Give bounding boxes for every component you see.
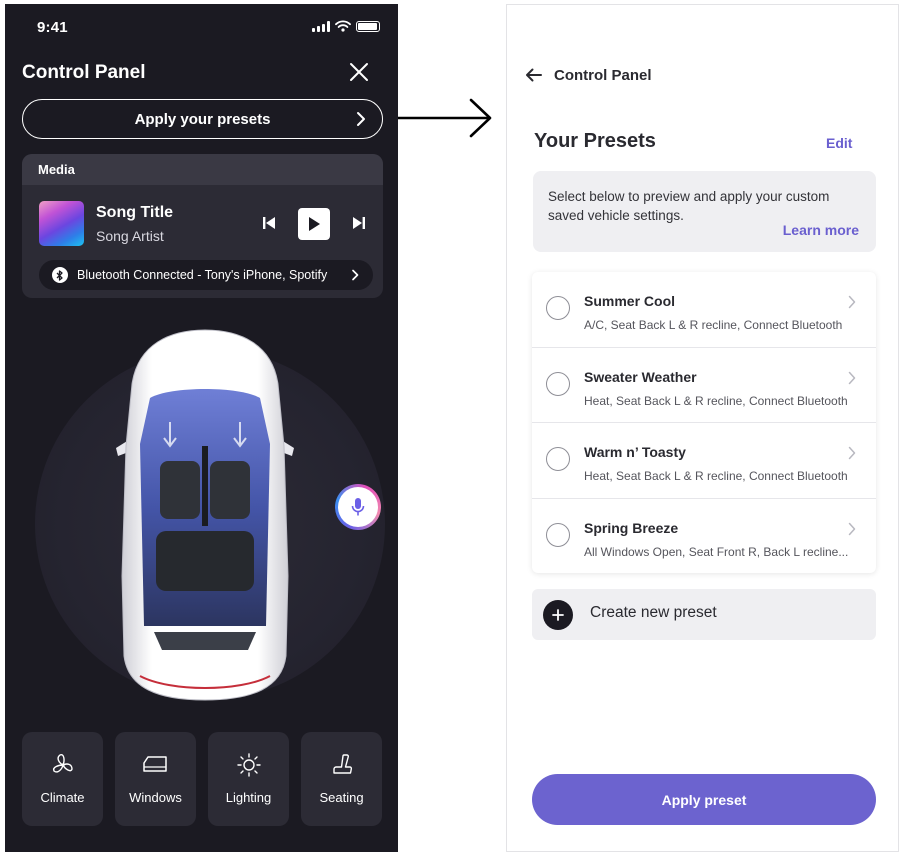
- preset-list: Summer Cool A/C, Seat Back L & R recline…: [532, 272, 876, 573]
- chevron-right-icon: [848, 446, 856, 460]
- song-title: Song Title: [96, 204, 174, 221]
- fan-icon: [52, 753, 73, 773]
- tile-label: Seating: [319, 790, 364, 805]
- radio-button[interactable]: [546, 522, 570, 547]
- preset-row-spring-breeze[interactable]: Spring Breeze All Windows Open, Seat Fro…: [532, 499, 876, 575]
- status-bar: 9:41: [5, 4, 398, 48]
- play-icon: [309, 217, 320, 231]
- chevron-right-icon: [848, 522, 856, 535]
- back-arrow-icon[interactable]: [525, 68, 543, 82]
- presets-screen: Control Panel Your Presets Edit Select b…: [506, 4, 899, 852]
- preset-row-sweater-weather[interactable]: Sweater Weather Heat, Seat Back L & R re…: [532, 348, 876, 423]
- play-button[interactable]: [298, 208, 330, 240]
- climate-tile[interactable]: Climate: [22, 732, 103, 826]
- preset-description: A/C, Seat Back L & R recline, Connect Bl…: [584, 318, 843, 332]
- flow-arrow-icon: [398, 98, 492, 138]
- seating-tile[interactable]: Seating: [301, 732, 382, 826]
- wifi-icon: [335, 20, 351, 32]
- info-text: Select below to preview and apply your c…: [548, 189, 830, 223]
- create-preset-label: Create new preset: [590, 604, 717, 621]
- voice-assistant-button[interactable]: [335, 484, 381, 530]
- next-track-icon[interactable]: [352, 216, 366, 230]
- chevron-right-icon: [848, 371, 856, 384]
- sun-icon: [236, 753, 261, 777]
- media-section-label: Media: [22, 154, 383, 185]
- preset-description: Heat, Seat Back L & R recline, Connect B…: [584, 393, 848, 408]
- apply-preset-button[interactable]: Apply preset: [532, 774, 876, 825]
- preset-name: Sweater Weather: [584, 368, 697, 385]
- chevron-right-icon: [848, 295, 856, 309]
- album-art: [39, 201, 84, 246]
- chevron-right-icon: [357, 112, 365, 126]
- bluetooth-icon: [52, 267, 68, 283]
- seat-icon: [332, 754, 352, 774]
- bluetooth-status-text: Bluetooth Connected - Tony's iPhone, Spo…: [77, 268, 328, 282]
- preset-name: Summer Cool: [584, 293, 676, 309]
- radio-button[interactable]: [546, 447, 570, 471]
- edit-button[interactable]: Edit: [826, 135, 852, 151]
- preset-row-warm-n-toasty[interactable]: Warm n’ Toasty Heat, Seat Back L & R rec…: [532, 423, 876, 499]
- apply-presets-button[interactable]: Apply your presets: [22, 99, 383, 139]
- windows-tile[interactable]: Windows: [115, 732, 196, 826]
- plus-icon: [543, 600, 573, 630]
- status-icons: [312, 20, 380, 32]
- previous-track-icon[interactable]: [262, 216, 276, 230]
- preset-name: Warm n’ Toasty: [584, 444, 686, 460]
- preset-name: Spring Breeze: [584, 519, 679, 536]
- preset-description: Heat, Seat Back L & R recline, Connect B…: [584, 469, 848, 483]
- create-preset-button[interactable]: Create new preset: [532, 589, 876, 640]
- tile-label: Windows: [129, 790, 182, 805]
- page-title: Control Panel: [22, 62, 146, 83]
- radio-button[interactable]: [546, 296, 570, 320]
- status-time: 9:41: [37, 19, 68, 36]
- radio-button[interactable]: [546, 371, 570, 396]
- media-card: Media Song Title Song Artist Bluetooth C…: [22, 154, 383, 298]
- quick-controls: Climate Windows Lighting Seating: [22, 732, 383, 826]
- preset-row-summer-cool[interactable]: Summer Cool A/C, Seat Back L & R recline…: [532, 272, 876, 348]
- control-panel-screen: 9:41 Control Panel Apply your presets Me…: [5, 4, 398, 852]
- close-icon[interactable]: [348, 61, 370, 83]
- microphone-icon: [351, 498, 365, 516]
- cellular-signal-icon: [312, 20, 330, 32]
- bluetooth-status-pill[interactable]: Bluetooth Connected - Tony's iPhone, Spo…: [39, 260, 373, 290]
- back-title[interactable]: Control Panel: [554, 67, 652, 84]
- page-title: Your Presets: [534, 130, 656, 152]
- lighting-tile[interactable]: Lighting: [208, 732, 289, 826]
- window-icon: [142, 756, 167, 772]
- learn-more-link[interactable]: Learn more: [783, 222, 859, 238]
- song-artist: Song Artist: [96, 228, 164, 244]
- tile-label: Climate: [40, 790, 85, 805]
- preset-description: All Windows Open, Seat Front R, Back L r…: [584, 544, 849, 559]
- car-top-view[interactable]: [110, 326, 300, 706]
- apply-preset-label: Apply preset: [661, 791, 747, 808]
- apply-presets-label: Apply your presets: [134, 110, 271, 128]
- info-box: Select below to preview and apply your c…: [533, 171, 876, 252]
- battery-icon: [356, 20, 380, 32]
- tile-label: Lighting: [225, 790, 272, 805]
- chevron-right-icon: [352, 269, 359, 281]
